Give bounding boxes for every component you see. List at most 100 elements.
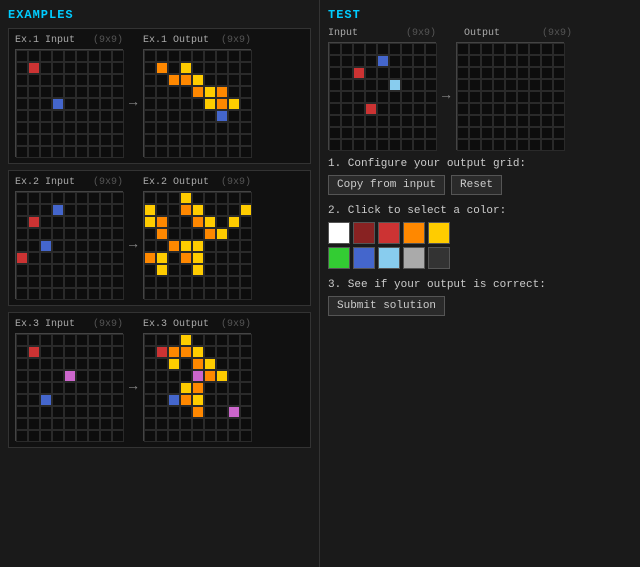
grid-cell (457, 91, 469, 103)
reset-button[interactable]: Reset (451, 175, 502, 195)
grid-cell (180, 204, 192, 216)
grid-cell (216, 146, 228, 158)
grid-cell (100, 204, 112, 216)
grid-cell (517, 43, 529, 55)
grid-cell (541, 67, 553, 79)
grid-cell (76, 418, 88, 430)
grid-cell (353, 127, 365, 139)
grid-cell (168, 86, 180, 98)
grid-cell (100, 264, 112, 276)
grid-cell (353, 91, 365, 103)
grid-cell (204, 86, 216, 98)
grid-cell (240, 74, 252, 86)
grid-cell (40, 62, 52, 74)
grid-cell (144, 276, 156, 288)
color-swatch[interactable] (353, 247, 375, 269)
grid-cell (517, 79, 529, 91)
grid-cell (413, 103, 425, 115)
grid-cell (76, 146, 88, 158)
grid-cell (144, 74, 156, 86)
grid-cell (52, 418, 64, 430)
grid-cell (192, 334, 204, 346)
grid-cell (204, 288, 216, 300)
grid-cell (240, 86, 252, 98)
grid-cell (100, 346, 112, 358)
grid-cell (16, 146, 28, 158)
grid-cell (425, 103, 437, 115)
grid-cell (144, 418, 156, 430)
submit-solution-button[interactable]: Submit solution (328, 296, 445, 316)
grid-cell (64, 334, 76, 346)
grid-cell (425, 55, 437, 67)
color-swatch[interactable] (378, 222, 400, 244)
grid-cell (88, 430, 100, 442)
grid-cell (425, 115, 437, 127)
color-swatch[interactable] (328, 222, 350, 244)
grid-cell (52, 122, 64, 134)
grid-cell (192, 146, 204, 158)
grid-cell (28, 346, 40, 358)
grid-cell (204, 134, 216, 146)
grid-cell (28, 122, 40, 134)
grid-cell (52, 216, 64, 228)
grid-cell (156, 418, 168, 430)
grid-cell (88, 406, 100, 418)
grid-cell (76, 110, 88, 122)
grid-cell (88, 122, 100, 134)
color-swatch[interactable] (378, 247, 400, 269)
grid-cell (144, 216, 156, 228)
color-swatch[interactable] (328, 247, 350, 269)
grid-cell (457, 67, 469, 79)
grid-cell (413, 55, 425, 67)
grid-cell (240, 134, 252, 146)
grid-cell (144, 228, 156, 240)
test-output-grid[interactable] (456, 42, 564, 150)
grid-cell (100, 418, 112, 430)
grid-cell (192, 394, 204, 406)
grid-cell (100, 394, 112, 406)
grid-cell (481, 67, 493, 79)
grid-cell (144, 394, 156, 406)
grid-cell (112, 276, 124, 288)
grid-cell (401, 91, 413, 103)
grid-cell (240, 334, 252, 346)
grid-cell (216, 98, 228, 110)
grid-cell (168, 382, 180, 394)
grid-cell (377, 127, 389, 139)
grid-cell (541, 127, 553, 139)
grid-cell (192, 98, 204, 110)
color-swatch[interactable] (428, 247, 450, 269)
copy-from-input-button[interactable]: Copy from input (328, 175, 445, 195)
grid-cell (469, 127, 481, 139)
grid-cell (76, 358, 88, 370)
grid-cell (144, 146, 156, 158)
grid-cell (377, 79, 389, 91)
color-swatch[interactable] (403, 222, 425, 244)
grid-cell (469, 55, 481, 67)
grid-cell (240, 216, 252, 228)
grid-cell (168, 264, 180, 276)
grid-cell (52, 288, 64, 300)
grid-cell (100, 98, 112, 110)
ex2-output-label: Ex.2 Output (143, 177, 209, 188)
grid-cell (216, 50, 228, 62)
grid-cell (52, 430, 64, 442)
grid-cell (457, 103, 469, 115)
grid-cell (204, 334, 216, 346)
grid-cell (112, 74, 124, 86)
grid-cell (100, 192, 112, 204)
ex3-output-label: Ex.3 Output (143, 319, 209, 330)
grid-cell (28, 334, 40, 346)
color-swatch[interactable] (428, 222, 450, 244)
grid-cell (64, 346, 76, 358)
grid-cell (100, 252, 112, 264)
color-swatch[interactable] (353, 222, 375, 244)
grid-cell (228, 288, 240, 300)
color-swatch[interactable] (403, 247, 425, 269)
grid-cell (425, 127, 437, 139)
step1-section: 1. Configure your output grid: Copy from… (328, 158, 632, 195)
grid-cell (76, 86, 88, 98)
grid-cell (240, 346, 252, 358)
grid-cell (180, 98, 192, 110)
grid-cell (228, 394, 240, 406)
